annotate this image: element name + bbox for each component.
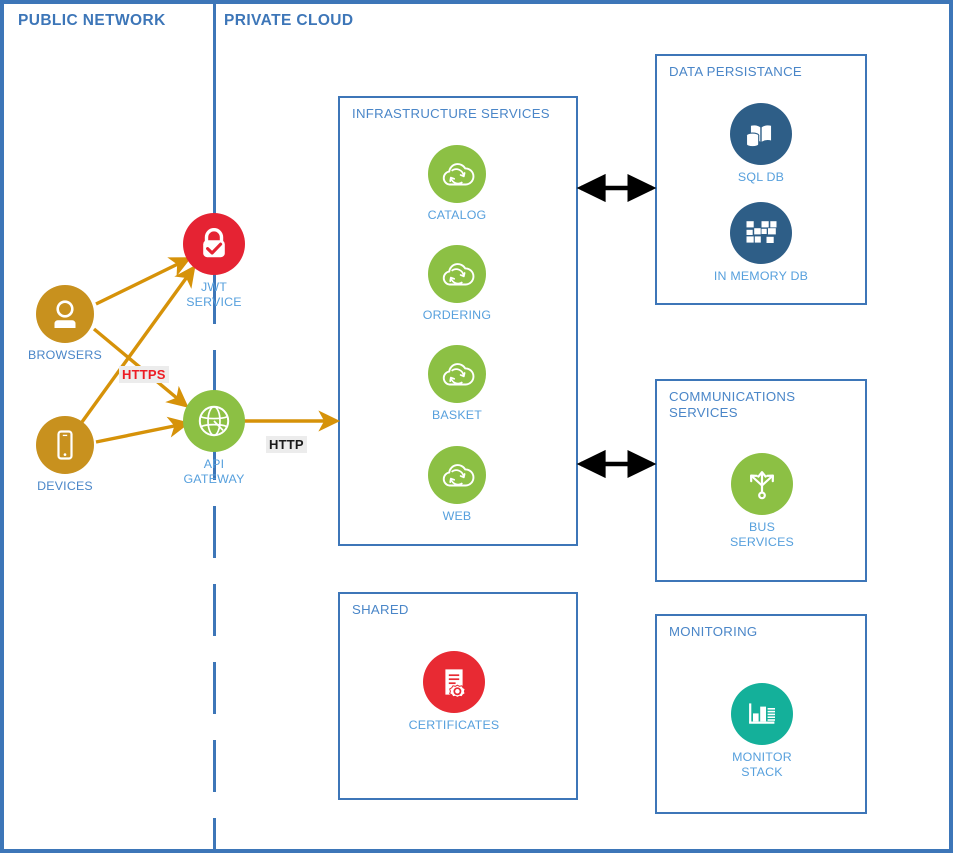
protocol-label-https: HTTPS: [119, 366, 169, 383]
node-in-memory-db[interactable]: IN MEMORY DB: [701, 202, 821, 284]
group-label-shared: SHARED: [352, 602, 409, 617]
group-label-data-persistence: DATA PERSISTANCE: [669, 64, 803, 79]
node-label-jwt-service: JWT SERVICE: [186, 280, 242, 309]
user-icon: [36, 285, 94, 343]
node-label-in-memory-db: IN MEMORY DB: [713, 269, 809, 283]
zone-title-private-cloud: PRIVATE CLOUD: [224, 12, 354, 29]
group-label-communications-services: COMMUNICATIONS SERVICES: [669, 389, 796, 420]
memory-grid-icon: [730, 202, 792, 264]
database-book-icon: [730, 103, 792, 165]
group-label-monitoring: MONITORING: [669, 624, 758, 639]
node-label-web: WEB: [442, 509, 472, 523]
node-sql-db[interactable]: SQL DB: [701, 103, 821, 185]
node-label-sql-db: SQL DB: [737, 170, 785, 184]
node-label-api-gateway: API GATEWAY: [183, 457, 245, 486]
node-jwt-service[interactable]: JWT SERVICE: [154, 213, 274, 309]
architecture-diagram: PUBLIC NETWORK PRIVATE CLOUD INFRASTRUCT…: [0, 0, 953, 853]
node-label-monitor-stack: MONITOR STACK: [732, 750, 792, 779]
lock-check-icon: [183, 213, 245, 275]
cloud-sync-icon: [428, 145, 486, 203]
group-label-infrastructure-services: INFRASTRUCTURE SERVICES: [352, 106, 550, 121]
node-label-browsers: BROWSERS: [28, 348, 102, 362]
cloud-sync-icon: [428, 446, 486, 504]
fanout-arrows-icon: [731, 453, 793, 515]
node-label-catalog: CATALOG: [427, 208, 487, 222]
certificate-icon: [423, 651, 485, 713]
node-certificates[interactable]: CERTIFICATES: [394, 651, 514, 733]
node-label-bus-services: BUS SERVICES: [729, 520, 795, 549]
node-label-devices: DEVICES: [37, 479, 93, 493]
zone-divider-solid: [213, 4, 216, 194]
node-web[interactable]: WEB: [397, 446, 517, 524]
node-browsers[interactable]: BROWSERS: [5, 285, 125, 363]
bar-chart-icon: [731, 683, 793, 745]
cloud-sync-icon: [428, 345, 486, 403]
node-label-ordering: ORDERING: [422, 308, 492, 322]
node-catalog[interactable]: CATALOG: [397, 145, 517, 223]
zone-title-public-network: PUBLIC NETWORK: [18, 12, 166, 29]
node-bus-services[interactable]: BUS SERVICES: [702, 453, 822, 549]
node-devices[interactable]: DEVICES: [5, 416, 125, 494]
node-ordering[interactable]: ORDERING: [397, 245, 517, 323]
cloud-sync-icon: [428, 245, 486, 303]
node-label-certificates: CERTIFICATES: [408, 718, 500, 732]
node-basket[interactable]: BASKET: [397, 345, 517, 423]
node-label-basket: BASKET: [431, 408, 483, 422]
mobile-phone-icon: [36, 416, 94, 474]
globe-icon: [183, 390, 245, 452]
node-monitor-stack[interactable]: MONITOR STACK: [702, 683, 822, 779]
node-api-gateway[interactable]: API GATEWAY: [154, 390, 274, 486]
